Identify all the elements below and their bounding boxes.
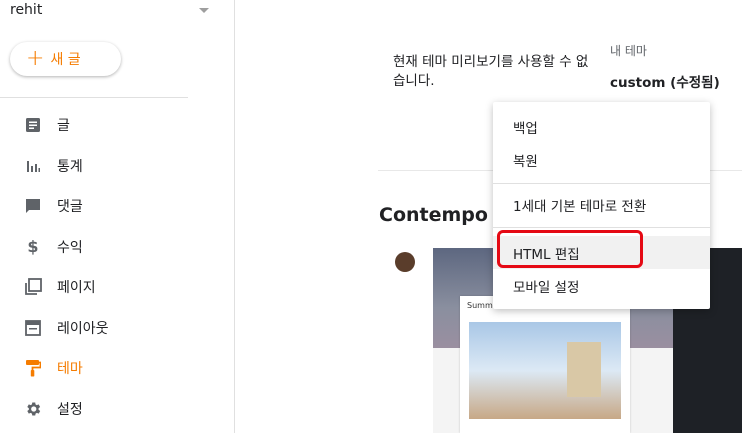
sidebar-item-label: 댓글 bbox=[57, 199, 83, 216]
pages-icon bbox=[24, 278, 42, 296]
theme-section-title: Contempo bbox=[379, 204, 488, 226]
menu-item-switch-classic[interactable]: 1세대 기본 테마로 전환 bbox=[493, 188, 710, 221]
sidebar-item-label: 통계 bbox=[57, 158, 83, 175]
sidebar: rehit + 새 글 글 통계 댓글 $ 수익 페이지 레이아웃 테마 설정 bbox=[0, 0, 235, 433]
my-theme-label: 내 테마 bbox=[610, 44, 647, 58]
stats-icon bbox=[24, 157, 42, 175]
sidebar-item-earnings[interactable]: $ 수익 bbox=[0, 227, 234, 268]
menu-item-restore[interactable]: 복원 bbox=[493, 143, 710, 176]
sidebar-nav: 글 통계 댓글 $ 수익 페이지 레이아웃 테마 설정 bbox=[0, 105, 234, 429]
gear-icon bbox=[24, 400, 42, 418]
sidebar-item-label: 수익 bbox=[57, 239, 83, 256]
paint-roller-icon bbox=[24, 359, 42, 377]
my-theme-name: custom (수정됨) bbox=[610, 75, 720, 91]
menu-divider bbox=[493, 183, 710, 184]
thumbnail-sidebar bbox=[378, 248, 433, 433]
chevron-down-icon[interactable] bbox=[199, 8, 209, 13]
comment-icon bbox=[24, 197, 42, 215]
dollar-icon: $ bbox=[27, 237, 39, 257]
sidebar-item-layout[interactable]: 레이아웃 bbox=[0, 308, 234, 349]
posts-icon bbox=[24, 116, 42, 134]
thumbnail-tower-shape bbox=[567, 342, 601, 397]
plus-icon: + bbox=[26, 46, 45, 71]
blog-selector[interactable]: rehit bbox=[10, 2, 42, 18]
new-post-label: 새 글 bbox=[50, 52, 81, 68]
sidebar-item-posts[interactable]: 글 bbox=[0, 105, 234, 146]
avatar bbox=[395, 252, 415, 272]
thumbnail-photo bbox=[469, 322, 621, 419]
sidebar-item-theme[interactable]: 테마 bbox=[0, 348, 234, 389]
sidebar-item-settings[interactable]: 설정 bbox=[0, 389, 234, 430]
sidebar-item-stats[interactable]: 통계 bbox=[0, 146, 234, 187]
highlight-annotation bbox=[497, 230, 643, 268]
menu-item-mobile-settings[interactable]: 모바일 설정 bbox=[493, 269, 710, 302]
thumbnail-post-card: Summer bbox=[460, 296, 630, 433]
sidebar-item-label: 글 bbox=[57, 118, 70, 135]
sidebar-item-label: 레이아웃 bbox=[57, 320, 109, 337]
menu-divider bbox=[493, 227, 710, 228]
sidebar-item-label: 테마 bbox=[57, 361, 83, 378]
preview-unavailable-text: 현재 테마 미리보기를 사용할 수 없습니다. bbox=[393, 54, 589, 89]
sidebar-item-pages[interactable]: 페이지 bbox=[0, 267, 234, 308]
divider bbox=[0, 97, 188, 98]
layout-icon bbox=[24, 319, 42, 337]
sidebar-item-label: 페이지 bbox=[57, 280, 96, 297]
new-post-button[interactable]: + 새 글 bbox=[10, 42, 121, 76]
menu-item-backup[interactable]: 백업 bbox=[493, 110, 710, 143]
theme-options-menu: 백업 복원 1세대 기본 테마로 전환 HTML 편집 모바일 설정 bbox=[493, 102, 710, 309]
sidebar-item-comments[interactable]: 댓글 bbox=[0, 186, 234, 227]
sidebar-item-label: 설정 bbox=[57, 401, 83, 418]
